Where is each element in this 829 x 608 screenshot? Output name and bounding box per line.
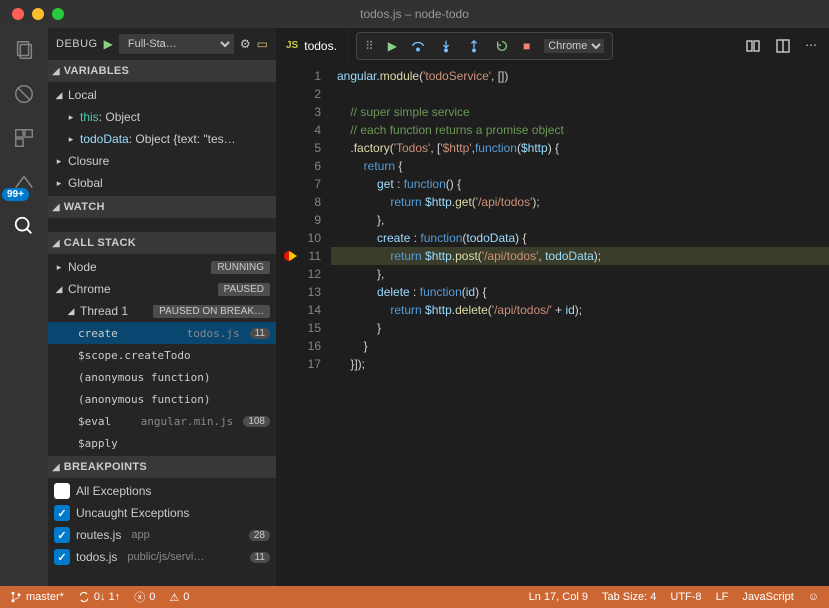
frame-anon1[interactable]: (anonymous function) (48, 366, 276, 388)
frame-anon2[interactable]: (anonymous function) (48, 388, 276, 410)
activity-badge: 99+ (2, 188, 29, 201)
frame-eval[interactable]: $evalangular.min.js108 (48, 410, 276, 432)
stop-icon[interactable]: ■ (523, 39, 530, 53)
activity-bar: 99+ (0, 28, 48, 586)
scope-local[interactable]: ◢Local (48, 84, 276, 106)
gear-icon[interactable]: ⚙ (240, 37, 251, 51)
tab-size[interactable]: Tab Size: 4 (602, 591, 656, 603)
code-content[interactable]: angular.module('todoService', []) // sup… (331, 63, 829, 586)
var-tododata[interactable]: ▸todoData: Object {text: "tes… (48, 128, 276, 150)
step-out-icon[interactable] (467, 39, 481, 53)
git-branch[interactable]: master* (10, 591, 64, 603)
split-compare-icon[interactable] (745, 38, 761, 54)
section-variables[interactable]: ◢VARIABLES (48, 60, 276, 82)
no-entry-icon[interactable] (10, 80, 38, 108)
extensions-icon[interactable] (10, 124, 38, 152)
editor-tabs: JStodos. ⠿ ▶ ■ Chrome ⋯ (276, 28, 829, 63)
debug-action-bar: ⠿ ▶ ■ Chrome (356, 32, 613, 60)
checkbox-icon (54, 505, 70, 521)
frame-apply[interactable]: $apply (48, 432, 276, 454)
split-editor-icon[interactable] (775, 38, 791, 54)
debug-console-icon[interactable]: ▭ (257, 37, 268, 51)
close-window-icon[interactable] (12, 8, 24, 20)
maximize-window-icon[interactable] (52, 8, 64, 20)
debug-config-select[interactable]: Full-Sta… (119, 34, 234, 54)
bp-routes[interactable]: routes.jsapp28 (48, 524, 276, 546)
gutter: 1234567891011121314151617 (276, 63, 331, 586)
explorer-icon[interactable] (10, 36, 38, 64)
js-file-icon: JS (286, 40, 298, 51)
tab-todos[interactable]: JStodos. (276, 28, 348, 63)
language-mode[interactable]: JavaScript (742, 591, 793, 603)
minimize-window-icon[interactable] (32, 8, 44, 20)
scope-global[interactable]: ▸Global (48, 172, 276, 194)
bp-all-exceptions[interactable]: All Exceptions (48, 480, 276, 502)
debug-target-select[interactable]: Chrome (544, 39, 604, 53)
feedback-icon[interactable]: ☺ (808, 591, 819, 603)
window-controls (0, 8, 64, 20)
checkbox-icon (54, 549, 70, 565)
search-icon[interactable] (10, 212, 38, 240)
debug-sidebar: DEBUG ▶ Full-Sta… ⚙ ▭ ◢VARIABLES ◢Local … (48, 28, 276, 586)
restart-icon[interactable] (495, 39, 509, 53)
git-sync[interactable]: 0↓ 1↑ (78, 591, 120, 603)
thread-chrome[interactable]: ◢ChromePAUSED (48, 278, 276, 300)
thread-1[interactable]: ◢Thread 1PAUSED ON BREAK… (48, 300, 276, 322)
errors-count[interactable]: ⓧ 0 (134, 589, 155, 605)
variables-body: ◢Local ▸this: Object ▸todoData: Object {… (48, 82, 276, 196)
bp-todos[interactable]: todos.jspublic/js/servi…11 (48, 546, 276, 568)
thread-node[interactable]: ▸NodeRUNNING (48, 256, 276, 278)
editor-area: JStodos. ⠿ ▶ ■ Chrome ⋯ 1234567891011121… (276, 28, 829, 586)
encoding[interactable]: UTF-8 (670, 591, 701, 603)
step-into-icon[interactable] (439, 39, 453, 53)
checkbox-icon (54, 527, 70, 543)
section-breakpoints[interactable]: ◢BREAKPOINTS (48, 456, 276, 478)
editor-body[interactable]: 1234567891011121314151617 angular.module… (276, 63, 829, 586)
statusbar: master* 0↓ 1↑ ⓧ 0 ⚠ 0 Ln 17, Col 9 Tab S… (0, 586, 829, 608)
section-watch[interactable]: ◢WATCH (48, 196, 276, 218)
bp-uncaught[interactable]: Uncaught Exceptions (48, 502, 276, 524)
frame-createTodo[interactable]: $scope.createTodo (48, 344, 276, 366)
debug-label: DEBUG (56, 38, 98, 50)
continue-icon[interactable]: ▶ (388, 39, 397, 53)
cursor-position[interactable]: Ln 17, Col 9 (529, 591, 588, 603)
step-over-icon[interactable] (411, 39, 425, 53)
var-this[interactable]: ▸this: Object (48, 106, 276, 128)
titlebar: todos.js – node-todo (0, 0, 829, 28)
debug-toolbar: DEBUG ▶ Full-Sta… ⚙ ▭ (48, 28, 276, 60)
grip-icon[interactable]: ⠿ (365, 39, 374, 53)
start-debug-icon[interactable]: ▶ (104, 37, 113, 51)
warnings-count[interactable]: ⚠ 0 (169, 591, 189, 604)
checkbox-icon (54, 483, 70, 499)
scope-closure[interactable]: ▸Closure (48, 150, 276, 172)
section-callstack[interactable]: ◢CALL STACK (48, 232, 276, 254)
eol[interactable]: LF (716, 591, 729, 603)
window-title: todos.js – node-todo (0, 7, 829, 21)
more-icon[interactable]: ⋯ (805, 38, 817, 54)
frame-create[interactable]: createtodos.js11 (48, 322, 276, 344)
